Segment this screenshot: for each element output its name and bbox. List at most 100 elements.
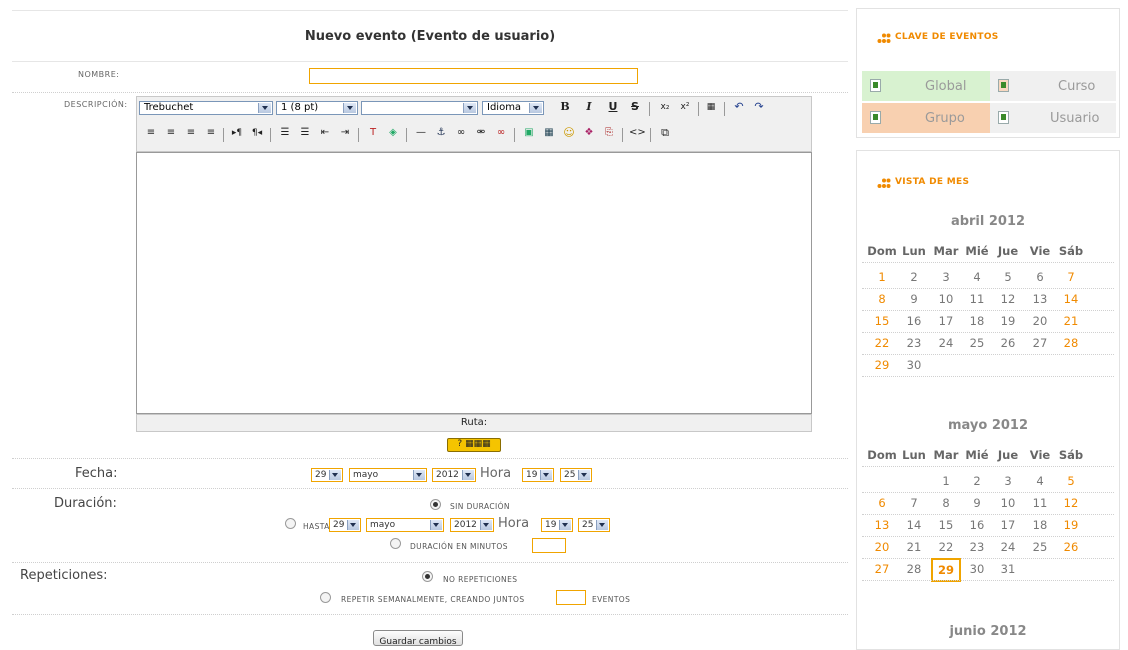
outdent-icon[interactable]: ⇤ [317,125,333,141]
smiley-icon[interactable]: ☺ [561,125,577,141]
calendar-day[interactable]: 11 [962,292,992,306]
calendar-day[interactable]: 17 [993,518,1023,532]
calendar-day[interactable]: 20 [1025,314,1055,328]
until-hour-select[interactable]: 19 [541,518,573,532]
calendar-day[interactable]: 2 [962,474,992,488]
duration-until-radio[interactable] [285,518,296,529]
calendar-day[interactable]: 19 [993,314,1023,328]
font-family-select[interactable]: Trebuchet [139,101,273,115]
calendar-day[interactable]: 6 [867,496,897,510]
background-color-icon[interactable]: ◈ [385,125,401,141]
calendar-day[interactable]: 28 [899,562,929,576]
unordered-list-icon[interactable]: ☰ [297,125,313,141]
calendar-day[interactable]: 7 [899,496,929,510]
indent-icon[interactable]: ⇥ [337,125,353,141]
undo-icon[interactable]: ↶ [731,99,747,115]
calendar-day[interactable]: 5 [993,270,1023,284]
calendar-day[interactable]: 27 [867,562,897,576]
calendar-day[interactable]: 30 [962,562,992,576]
insert-char-icon[interactable]: ❖ [581,125,597,141]
calendar-day[interactable]: 18 [962,314,992,328]
calendar-day[interactable]: 17 [931,314,961,328]
calendar-day[interactable]: 23 [899,336,929,350]
calendar-day[interactable]: 12 [1056,496,1086,510]
bold-button[interactable]: B [557,99,573,115]
calendar-day[interactable]: 8 [867,292,897,306]
calendar-day[interactable]: 9 [962,496,992,510]
language-select[interactable]: Idioma [482,101,544,115]
link-icon[interactable]: ∞ [453,125,469,141]
align-left-icon[interactable]: ≡ [143,125,159,141]
date-minute-select[interactable]: 25 [560,468,592,482]
superscript-button[interactable]: x² [677,99,693,115]
date-day-select[interactable]: 29 [311,468,343,482]
repeat-none-radio[interactable] [422,571,433,582]
underline-button[interactable]: U [605,99,621,115]
calendar-day[interactable]: 10 [931,292,961,306]
calendar-day[interactable]: 21 [1056,314,1086,328]
calendar-day[interactable]: 6 [1025,270,1055,284]
redo-icon[interactable]: ↷ [751,99,767,115]
description-editor[interactable] [136,152,812,414]
calendar-day[interactable]: 4 [962,270,992,284]
until-minute-select[interactable]: 25 [578,518,610,532]
duration-none-radio[interactable] [430,499,441,510]
repeat-count-input[interactable] [556,590,586,605]
calendar-day[interactable]: 1 [867,270,897,284]
unlink-icon[interactable]: ∞ [493,125,509,141]
duration-minutes-input[interactable] [532,538,566,553]
calendar-day[interactable]: 30 [899,358,929,372]
calendar-day[interactable]: 23 [962,540,992,554]
calendar-day[interactable]: 26 [993,336,1023,350]
calendar-day[interactable]: 2 [899,270,929,284]
help-icon[interactable]: ? ▦▦▦ [447,438,501,452]
html-source-icon[interactable]: <> [629,125,646,141]
calendar-day[interactable]: 21 [899,540,929,554]
ltr-icon[interactable]: ▸¶ [229,125,245,141]
calendar-day[interactable]: 8 [931,496,961,510]
strikethrough-button[interactable]: S [627,99,643,115]
justify-icon[interactable]: ≡ [203,125,219,141]
calendar-day[interactable]: 12 [993,292,1023,306]
style-select[interactable] [361,101,478,115]
calendar-day[interactable]: 5 [1056,474,1086,488]
calendar-day[interactable]: 9 [899,292,929,306]
calendar-day[interactable]: 24 [993,540,1023,554]
search-replace-icon[interactable]: ⎘ [601,125,617,141]
calendar-day[interactable]: 31 [993,562,1023,576]
calendar-day[interactable]: 25 [962,336,992,350]
calendar-day[interactable]: 20 [867,540,897,554]
text-color-icon[interactable]: T [365,125,381,141]
date-month-select[interactable]: mayo [349,468,427,482]
key-global[interactable]: Global [862,71,990,101]
rtl-icon[interactable]: ¶◂ [249,125,265,141]
calendar-day[interactable]: 3 [931,270,961,284]
italic-button[interactable]: I [581,99,597,115]
calendar-day[interactable]: 16 [962,518,992,532]
calendar-day[interactable]: 16 [899,314,929,328]
calendar-day[interactable]: 22 [867,336,897,350]
until-day-select[interactable]: 29 [329,518,361,532]
name-input[interactable] [309,68,638,84]
calendar-day[interactable]: 11 [1025,496,1055,510]
toggle-grupo-icon[interactable] [870,111,881,124]
calendar-day[interactable]: 7 [1056,270,1086,284]
align-right-icon[interactable]: ≡ [183,125,199,141]
toggle-global-icon[interactable] [870,79,881,92]
calendar-day[interactable]: 29 [931,558,961,582]
calendar-day[interactable]: 10 [993,496,1023,510]
clean-word-icon[interactable]: ▦ [703,99,719,115]
fullscreen-icon[interactable]: ⧉ [657,125,673,141]
calendar-day[interactable]: 29 [867,358,897,372]
calendar-day[interactable]: 13 [867,518,897,532]
calendar-day[interactable]: 13 [1025,292,1055,306]
calendar-day[interactable]: 28 [1056,336,1086,350]
until-month-select[interactable]: mayo [366,518,444,532]
calendar-day[interactable]: 15 [931,518,961,532]
calendar-day[interactable]: 19 [1056,518,1086,532]
save-button[interactable]: Guardar cambios [373,630,463,646]
calendar-day[interactable]: 4 [1025,474,1055,488]
calendar-day[interactable]: 14 [1056,292,1086,306]
calendar-day[interactable]: 27 [1025,336,1055,350]
calendar-day[interactable]: 24 [931,336,961,350]
